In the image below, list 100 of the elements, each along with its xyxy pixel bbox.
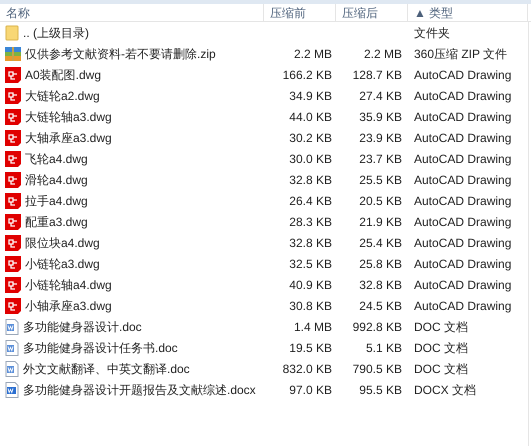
drawing-file-icon bbox=[5, 192, 21, 208]
document-icon bbox=[5, 340, 19, 356]
compressed-size: 20.5 KB bbox=[359, 194, 402, 208]
compressed-size: 27.4 KB bbox=[359, 88, 402, 102]
file-type: DOCX 文档 bbox=[414, 382, 476, 396]
file-type: AutoCAD Drawing bbox=[414, 194, 512, 208]
file-type: AutoCAD Drawing bbox=[414, 88, 512, 102]
file-name: 多功能健身器设计任务书.doc bbox=[23, 340, 178, 356]
document-icon bbox=[5, 360, 19, 376]
original-size: 32.8 KB bbox=[289, 172, 332, 186]
file-type: AutoCAD Drawing bbox=[414, 172, 512, 186]
original-size: 26.4 KB bbox=[289, 194, 332, 208]
compressed-size: 35.9 KB bbox=[359, 110, 402, 124]
original-size: 1.4 MB bbox=[294, 320, 332, 334]
drawing-file-icon bbox=[5, 88, 21, 104]
original-size: 30.8 KB bbox=[289, 298, 332, 312]
file-type: 360压缩 ZIP 文件 bbox=[414, 46, 508, 60]
drawing-file-icon bbox=[5, 276, 21, 292]
file-name-cell[interactable]: A0装配图.dwg bbox=[0, 66, 264, 84]
original-size: 166.2 KB bbox=[282, 68, 332, 82]
file-name: 多功能健身器设计.doc bbox=[23, 318, 142, 336]
compressed-size: 2.2 MB bbox=[364, 46, 402, 60]
compressed-size: 23.9 KB bbox=[359, 130, 402, 144]
file-type: AutoCAD Drawing bbox=[414, 152, 512, 166]
file-name: 仅供参考文献资料-若不要请删除.zip bbox=[25, 46, 216, 62]
file-name-cell[interactable]: 限位块a4.dwg bbox=[0, 234, 264, 252]
file-name: 多功能健身器设计开题报告及文献综述.docx bbox=[23, 382, 256, 398]
compressed-size: 23.7 KB bbox=[359, 152, 402, 166]
compressed-size: 5.1 KB bbox=[366, 340, 402, 354]
compressed-size: 24.5 KB bbox=[359, 298, 402, 312]
drawing-file-icon bbox=[5, 234, 21, 250]
original-size: 2.2 MB bbox=[294, 46, 332, 60]
file-type: DOC 文档 bbox=[414, 320, 468, 334]
document-icon bbox=[5, 382, 19, 398]
file-name-cell[interactable]: 多功能健身器设计.doc bbox=[0, 318, 264, 336]
file-name-cell[interactable]: 飞轮a4.dwg bbox=[0, 150, 264, 168]
column-header[interactable]: 名称 bbox=[0, 4, 264, 21]
compressed-size: 25.8 KB bbox=[359, 256, 402, 270]
file-name-cell[interactable]: 外文文献翻译、中英文翻译.doc bbox=[0, 360, 264, 378]
column-header[interactable]: 压缩前 bbox=[264, 4, 336, 21]
file-name: 小轴承座a3.dwg bbox=[25, 298, 112, 314]
drawing-file-icon bbox=[5, 66, 21, 82]
drawing-file-icon bbox=[5, 130, 21, 146]
file-name-cell[interactable]: 多功能健身器设计任务书.doc bbox=[0, 338, 264, 356]
file-name-cell[interactable]: 仅供参考文献资料-若不要请删除.zip bbox=[0, 44, 264, 62]
original-size: 40.9 KB bbox=[289, 278, 332, 292]
original-size: 832.0 KB bbox=[282, 362, 332, 376]
file-type: AutoCAD Drawing bbox=[414, 130, 512, 144]
file-name-cell[interactable]: 多功能健身器设计开题报告及文献综述.docx bbox=[0, 380, 264, 398]
drawing-file-icon bbox=[5, 256, 21, 272]
file-name-cell[interactable]: 大轴承座a3.dwg bbox=[0, 128, 264, 146]
original-size: 30.0 KB bbox=[289, 152, 332, 166]
file-name: 小链轮a3.dwg bbox=[25, 256, 100, 272]
drawing-file-icon bbox=[5, 298, 21, 314]
compressed-size: 25.4 KB bbox=[359, 236, 402, 250]
file-name: .. (上级目录) bbox=[23, 24, 89, 42]
file-type: 文件夹 bbox=[414, 26, 450, 40]
file-name-cell[interactable]: 小链轮a3.dwg bbox=[0, 254, 264, 272]
compressed-size: 95.5 KB bbox=[359, 382, 402, 396]
file-name-cell[interactable]: 小轴承座a3.dwg bbox=[0, 296, 264, 314]
column-header[interactable]: 压缩后 bbox=[336, 4, 408, 21]
file-name-cell[interactable]: 小链轮轴a4.dwg bbox=[0, 276, 264, 294]
drawing-file-icon bbox=[5, 108, 21, 124]
file-name-cell[interactable]: 配重a3.dwg bbox=[0, 212, 264, 230]
file-type: AutoCAD Drawing bbox=[414, 256, 512, 270]
drawing-file-icon bbox=[5, 214, 21, 230]
file-type: DOC 文档 bbox=[414, 340, 468, 354]
original-size: 97.0 KB bbox=[289, 382, 332, 396]
file-name-cell[interactable]: 大链轮轴a3.dwg bbox=[0, 108, 264, 126]
file-name: 配重a3.dwg bbox=[25, 214, 88, 230]
original-size: 32.5 KB bbox=[289, 256, 332, 270]
file-name: 外文文献翻译、中英文翻译.doc bbox=[23, 360, 190, 378]
file-type: AutoCAD Drawing bbox=[414, 68, 512, 82]
file-type: AutoCAD Drawing bbox=[414, 298, 512, 312]
original-size: 19.5 KB bbox=[289, 340, 332, 354]
file-type: DOC 文档 bbox=[414, 362, 468, 376]
column-header[interactable]: ▲ 类型 bbox=[408, 4, 528, 21]
file-name-cell[interactable]: 滑轮a4.dwg bbox=[0, 170, 264, 188]
file-name: 大链轮a2.dwg bbox=[25, 88, 100, 104]
original-size: 34.9 KB bbox=[289, 88, 332, 102]
original-size: 32.8 KB bbox=[289, 236, 332, 250]
drawing-file-icon bbox=[5, 172, 21, 188]
drawing-file-icon bbox=[5, 150, 21, 166]
file-name: 滑轮a4.dwg bbox=[25, 172, 88, 188]
compressed-size: 790.5 KB bbox=[352, 362, 402, 376]
original-size: 28.3 KB bbox=[289, 214, 332, 228]
file-name-cell[interactable]: .. (上级目录) bbox=[0, 24, 264, 42]
file-name: 小链轮轴a4.dwg bbox=[25, 276, 112, 294]
compressed-size: 21.9 KB bbox=[359, 214, 402, 228]
file-name-cell[interactable]: 大链轮a2.dwg bbox=[0, 86, 264, 104]
original-size: 44.0 KB bbox=[289, 110, 332, 124]
file-type: AutoCAD Drawing bbox=[414, 278, 512, 292]
compressed-size: 32.8 KB bbox=[359, 278, 402, 292]
file-name-cell[interactable]: 拉手a4.dwg bbox=[0, 192, 264, 210]
file-name: 大轴承座a3.dwg bbox=[25, 130, 112, 146]
original-size: 30.2 KB bbox=[289, 130, 332, 144]
file-type: AutoCAD Drawing bbox=[414, 214, 512, 228]
file-name: A0装配图.dwg bbox=[25, 66, 102, 84]
compressed-size: 25.5 KB bbox=[359, 172, 402, 186]
file-name: 飞轮a4.dwg bbox=[25, 150, 88, 168]
